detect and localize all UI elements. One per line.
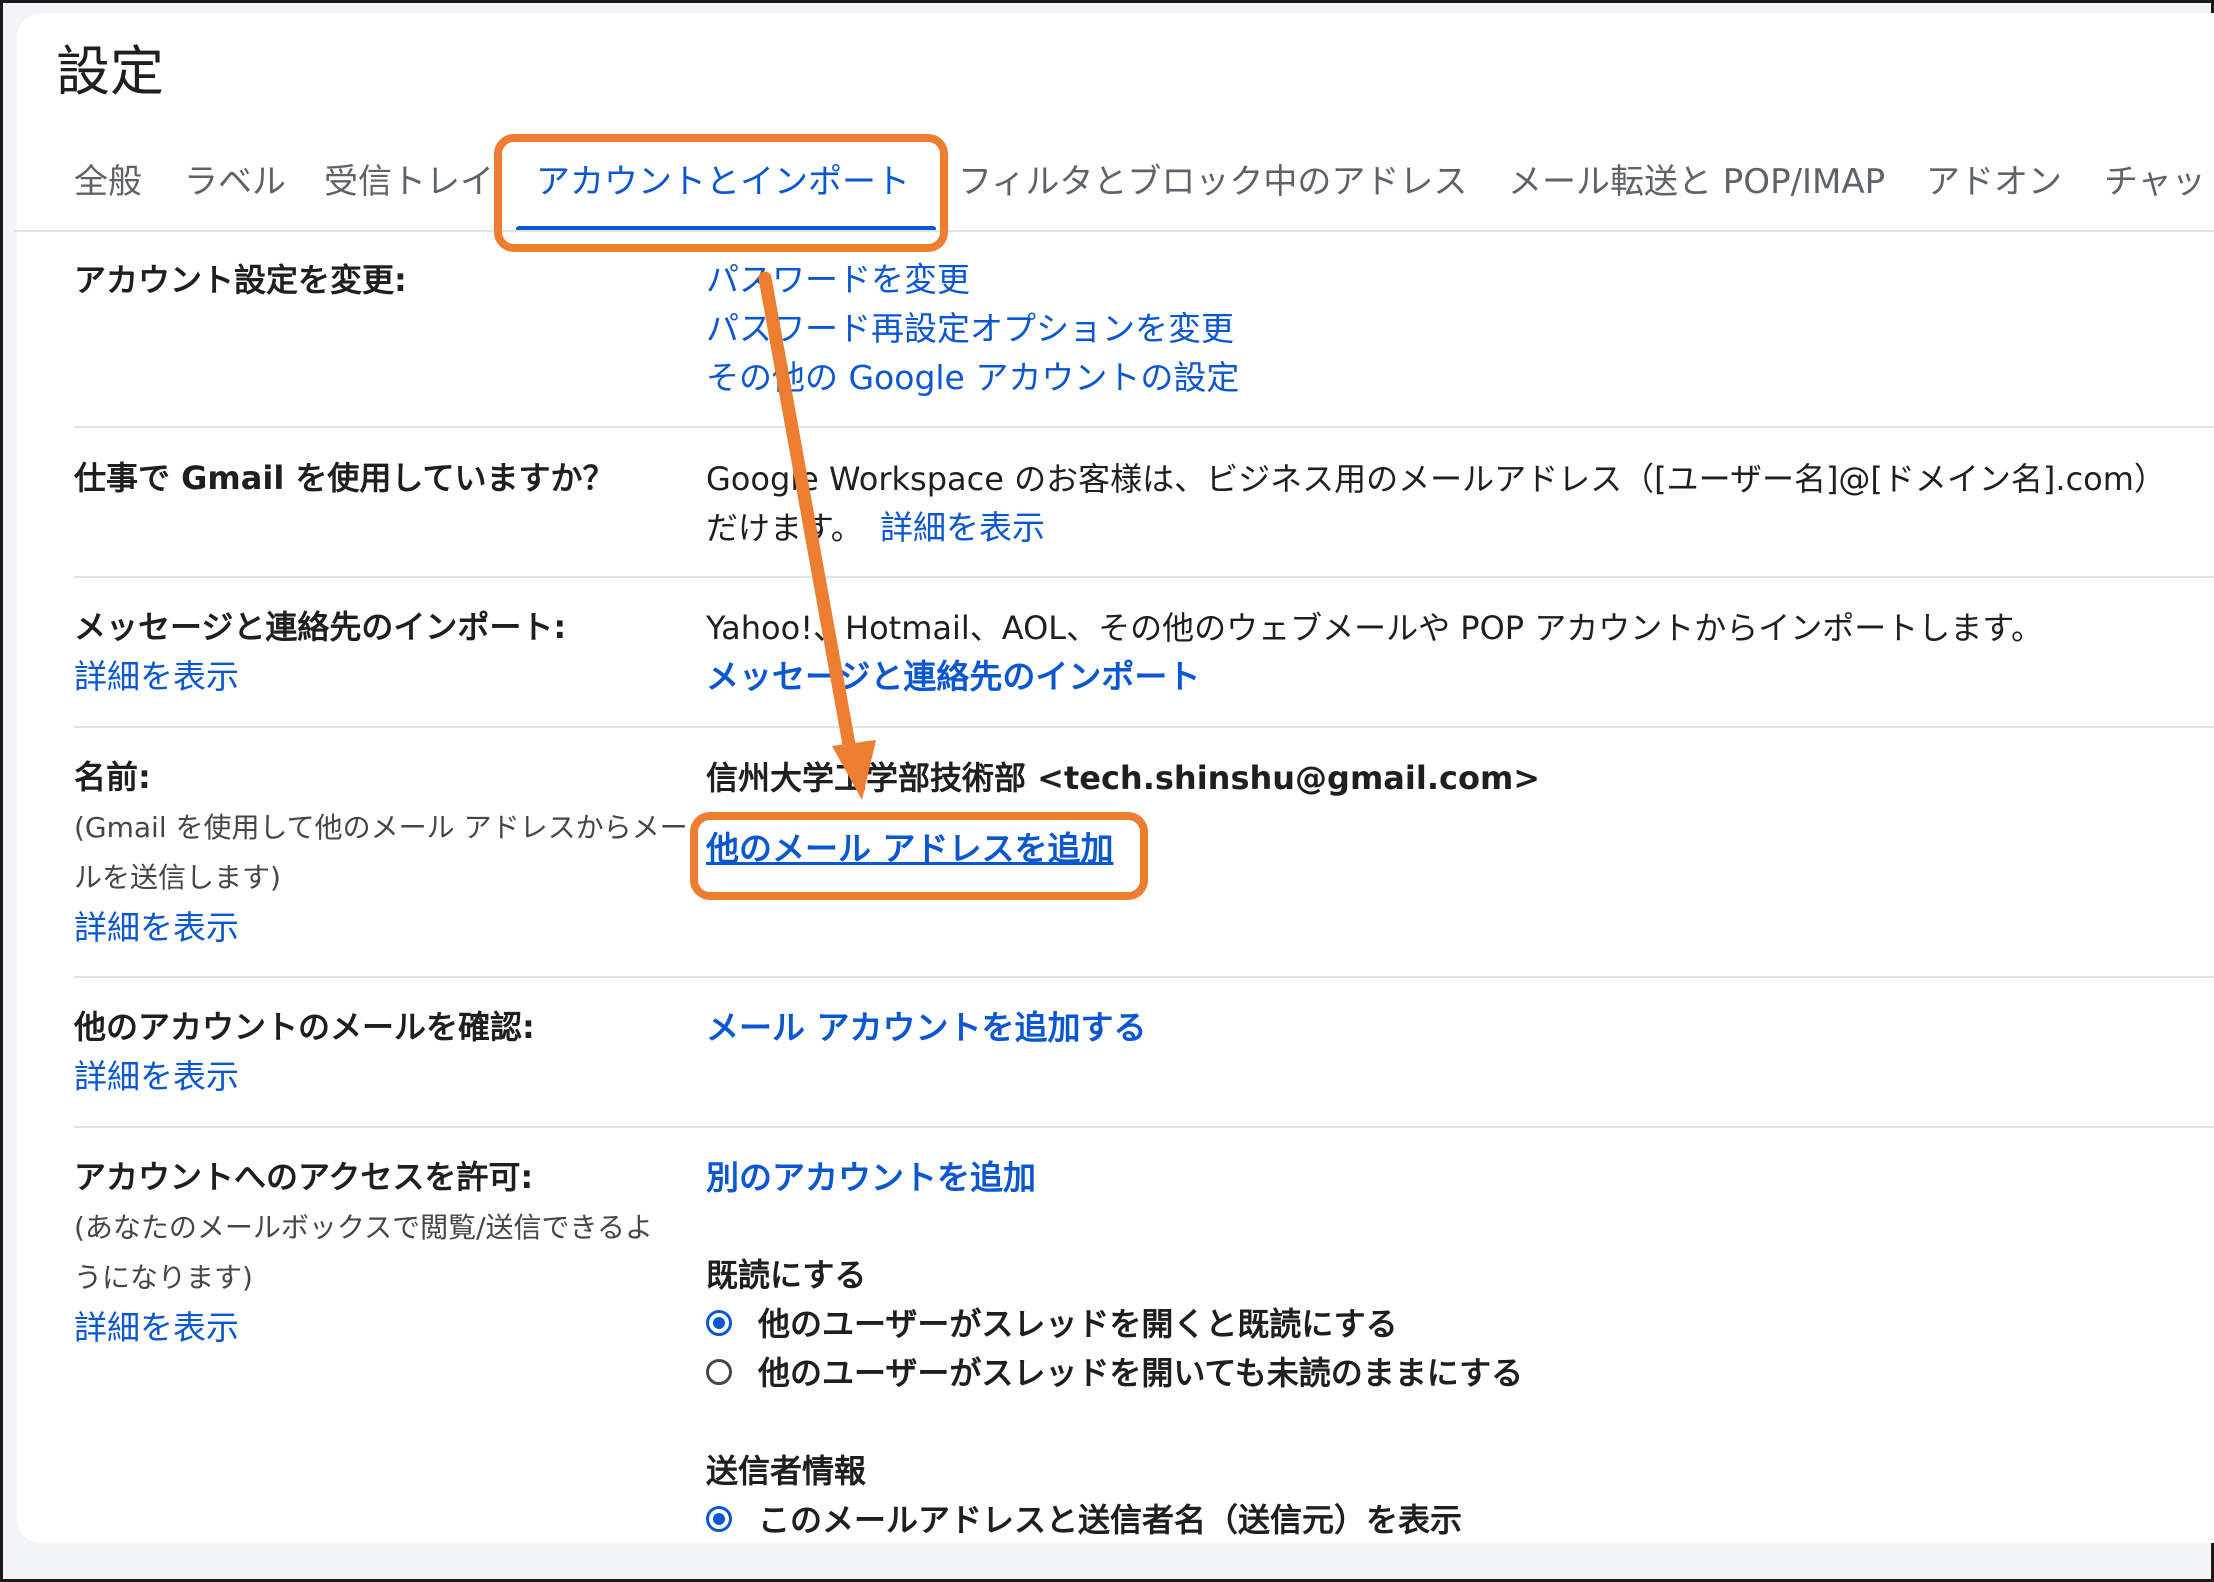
tab-forwarding-pop-imap[interactable]: メール転送と POP/IMAP	[1508, 150, 1885, 214]
row-divider	[74, 426, 2214, 428]
account-settings-label: アカウント設定を変更:	[74, 261, 407, 299]
workspace-description-cont: だけます。	[706, 509, 863, 547]
add-another-account-link[interactable]: 別のアカウントを追加	[706, 1153, 1036, 1203]
row-divider	[74, 976, 2214, 978]
tab-addons[interactable]: アドオン	[1926, 150, 2062, 214]
tab-filters[interactable]: フィルタとブロック中のアドレス	[958, 150, 1467, 214]
import-messages-contacts-link[interactable]: メッセージと連絡先のインポート	[706, 652, 1200, 702]
workspace-description: Google Workspace のお客様は、ビジネス用のメールアドレス（[ユー…	[706, 460, 2166, 498]
change-recovery-options-link[interactable]: パスワード再設定オプションを変更	[706, 304, 1234, 354]
name-sub-text: (Gmail を使用して他のメール アドレスからメー	[74, 811, 688, 844]
radio-unchecked-icon[interactable]	[706, 1359, 732, 1385]
mark-read-option-label: 他のユーザーがスレッドを開くと既読にする	[758, 1305, 1398, 1343]
tab-inbox[interactable]: 受信トレイ	[324, 150, 494, 214]
grant-access-sub-text-cont: うになります)	[74, 1261, 253, 1294]
tab-labels[interactable]: ラベル	[184, 150, 286, 214]
other-google-account-settings-link[interactable]: その他の Google アカウントの設定	[706, 353, 1239, 403]
row-divider	[74, 726, 2214, 728]
tab-chat[interactable]: チャッ	[2104, 150, 2206, 214]
name-sub-text-cont: ルを送信します)	[74, 861, 281, 894]
sender-info-heading: 送信者情報	[706, 1452, 867, 1490]
tabs-divider	[14, 230, 2214, 232]
change-password-link[interactable]: パスワードを変更	[706, 255, 970, 305]
row-divider	[74, 576, 2214, 578]
radio-checked-icon[interactable]	[706, 1310, 732, 1336]
tab-general[interactable]: 全般	[74, 150, 142, 214]
sender-name-value: 信州大学工学部技術部 <tech.shinshu@gmail.com>	[706, 759, 1541, 797]
import-description: Yahoo!、Hotmail、AOL、その他のウェブメールや POP アカウント…	[706, 609, 2044, 647]
radio-checked-icon[interactable]	[706, 1506, 732, 1532]
grant-access-label: アカウントへのアクセスを許可:	[74, 1158, 534, 1196]
name-label: 名前:	[74, 758, 151, 796]
check-mail-label: 他のアカウントのメールを確認:	[74, 1008, 535, 1046]
add-mail-account-link[interactable]: メール アカウントを追加する	[706, 1003, 1147, 1053]
row-divider	[74, 1126, 2214, 1128]
tab-accounts-import[interactable]: アカウントとインポート	[536, 150, 910, 214]
workspace-details-link[interactable]: 詳細を表示	[880, 503, 1045, 553]
settings-tabs: 全般 ラベル 受信トレイ アカウントとインポート フィルタとブロック中のアドレス…	[74, 150, 2214, 222]
import-label: メッセージと連絡先のインポート:	[74, 608, 567, 646]
import-details-link[interactable]: 詳細を表示	[74, 652, 239, 702]
add-email-address-link[interactable]: 他のメール アドレスを追加	[706, 824, 1114, 874]
work-gmail-label: 仕事で Gmail を使用していますか？	[74, 459, 615, 497]
keep-unread-option-label: 他のユーザーがスレッドを開いても未読のままにする	[758, 1354, 1524, 1392]
page-title: 設定	[56, 40, 164, 103]
grant-access-sub-text: (あなたのメールボックスで閲覧/送信できるよ	[74, 1211, 653, 1244]
show-address-and-sender-label: このメールアドレスと送信者名（送信元）を表示	[758, 1501, 1463, 1539]
grant-access-details-link[interactable]: 詳細を表示	[74, 1303, 239, 1353]
check-mail-details-link[interactable]: 詳細を表示	[74, 1052, 239, 1102]
mark-read-heading: 既読にする	[706, 1256, 867, 1294]
name-details-link[interactable]: 詳細を表示	[74, 903, 239, 953]
